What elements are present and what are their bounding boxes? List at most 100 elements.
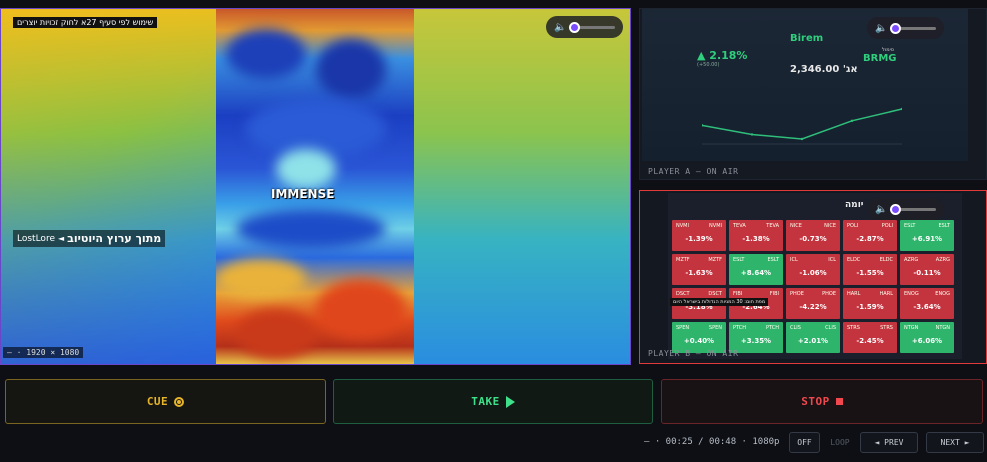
cell-ticker-alt: HARL [879,291,893,297]
volume-knob[interactable] [890,203,902,215]
loop-toggle[interactable]: LOOP [825,432,855,453]
cell-ticker: NICE [790,223,802,229]
cell-change: +8.64% [740,269,772,277]
cell-ticker: DSCT [676,291,690,297]
player-b-label: PLAYER B — ON AIR [648,349,739,358]
price: 2,346.00 'אג [790,64,858,75]
take-label: TAKE [471,395,500,408]
heatmap-overlay-caption: מפת חום: 30 המניות הגדולות בישראל היום [670,298,769,306]
cell-ticker: HARL [847,291,861,297]
heatmap-cell: PHOE PHOE -4.22% [786,288,840,319]
cell-ticker-alt: NVMI [709,223,722,229]
cell-ticker: ESLT [733,257,745,263]
heatmap-cell: CLIS CLIS +2.01% [786,322,840,353]
cell-ticker-alt: FIBI [769,291,779,297]
heatmap-title: יומה [845,200,864,210]
off-toggle[interactable]: OFF [789,432,820,453]
change-sub: (+50.00) [697,62,720,68]
next-button[interactable]: NEXT ► [926,432,984,453]
heatmap-cell: TEVA TEVA -1.38% [729,220,783,251]
company-latin: Birem [790,33,824,44]
cell-change: -0.11% [913,269,941,277]
speaker-icon[interactable]: 🔈 [875,23,887,34]
playback-status: — · 00:25 / 00:48 · 1080p [644,437,780,447]
cell-ticker: FIBI [733,291,743,297]
speaker-icon[interactable]: 🔈 [554,22,566,33]
source-name: LostLore [17,233,55,244]
blurred-background-left [1,9,216,364]
target-icon [174,396,185,407]
cell-ticker-alt: PHOE [822,291,836,297]
cell-change: -1.06% [799,269,827,277]
cell-ticker-alt: MZTF [708,257,722,263]
speaker-icon[interactable]: 🔈 [875,204,887,215]
cue-label: CUE [146,395,169,408]
stop-label: STOP [801,395,830,408]
cell-ticker-alt: ICL [828,257,836,263]
volume-knob[interactable] [890,22,902,34]
cell-change: +3.35% [740,337,772,345]
cell-ticker-alt: ESLT [767,257,779,263]
heatmap-cell: ELDC ELDC -1.55% [843,254,897,285]
resolution-tag: — · 1920 × 1080 [3,347,84,358]
volume-slider[interactable] [890,203,937,215]
preview-volume-control[interactable]: 🔈 [546,16,624,38]
cell-ticker-alt: STRS [880,325,893,331]
player-a[interactable]: ▲ 2.18% (+50.00) Birem 2,346.00 'אג סימו… [639,8,987,180]
cell-change: +2.01% [797,337,829,345]
player-b[interactable]: יומה NVMI NVMI -1.39% TEVA TEVA -1.38% NICE NIC… [639,190,987,364]
heatmap-cell: ICL ICL -1.06% [786,254,840,285]
cell-ticker: ESLT [904,223,916,229]
player-b-volume-control[interactable]: 🔈 [867,198,945,220]
prev-button[interactable]: ◄ PREV [860,432,918,453]
cell-change: -1.59% [856,303,884,311]
cell-change: -1.55% [856,269,884,277]
cell-ticker-alt: TEVA [766,223,779,229]
main-preview: שימוש לפי סעיף 27א לחוק זכויות יוצרים Lo… [0,8,631,365]
cell-change: +0.40% [683,337,715,345]
heatmap-cell: ESLT ESLT +8.64% [729,254,783,285]
heatmap-cell: AZRG AZRG -0.11% [900,254,954,285]
cell-ticker-alt: DSCT [708,291,722,297]
heatmap-cell: HARL HARL -1.59% [843,288,897,319]
heatmap-cell: NVMI NVMI -1.39% [672,220,726,251]
stop-icon [835,398,843,405]
heatmap-cell: STRS STRS -2.45% [843,322,897,353]
heatmap-cell: ENOG ENOG -3.64% [900,288,954,319]
cell-change: +6.91% [911,235,943,243]
cell-ticker: CLIS [790,325,801,331]
heatmap-cell: MZTF MZTF -1.63% [672,254,726,285]
price-point [800,137,804,141]
cell-ticker: MZTF [676,257,690,263]
cell-change: +6.06% [911,337,943,345]
cell-ticker: NVMI [676,223,689,229]
player-a-label: PLAYER A — ON AIR [648,167,739,176]
volume-knob[interactable] [569,21,581,33]
copyright-caption: שימוש לפי סעיף 27א לחוק זכויות יוצרים [13,17,158,28]
cell-ticker-alt: ENOG [935,291,950,297]
cell-change: -4.22% [799,303,827,311]
cell-ticker: ICL [790,257,798,263]
volume-slider[interactable] [890,22,937,34]
take-button[interactable]: TAKE [333,379,653,424]
cell-ticker: TEVA [733,223,746,229]
cue-button[interactable]: CUE [5,379,326,424]
price-point [850,119,854,123]
volume-slider[interactable] [569,21,616,33]
cell-ticker: PHOE [790,291,804,297]
price-line-chart [702,107,902,145]
cell-ticker: STRS [847,325,860,331]
stop-button[interactable]: STOP [661,379,983,424]
cell-change: -0.73% [799,235,827,243]
play-icon [505,395,515,408]
cell-ticker: PTCH [733,325,747,331]
price-point [750,133,754,136]
cell-ticker: AZRG [904,257,919,263]
cell-ticker-alt: NICE [824,223,836,229]
player-a-volume-control[interactable]: 🔈 [867,17,945,39]
cell-ticker-alt: ELDC [879,257,893,263]
cell-ticker: NTGN [904,325,919,331]
cell-change: -1.63% [685,269,713,277]
heatmap-cell: POLI POLI -2.87% [843,220,897,251]
stock-heatmap-grid: NVMI NVMI -1.39% TEVA TEVA -1.38% NICE NICE -0.7… [672,220,958,353]
